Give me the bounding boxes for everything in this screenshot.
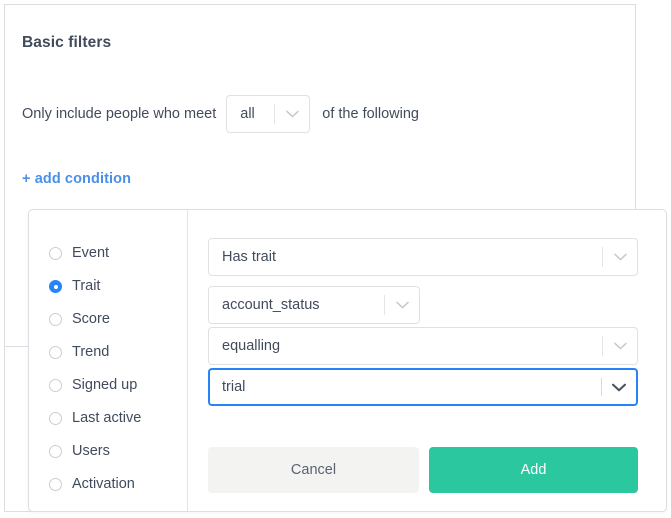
radio-icon xyxy=(49,247,62,260)
radio-option-label: Score xyxy=(72,311,110,328)
radio-icon xyxy=(49,313,62,326)
condition-type-radio-group: Event Trait Score Trend Signed up Last a… xyxy=(49,237,184,501)
radio-icon xyxy=(49,412,62,425)
operator-select[interactable]: equalling xyxy=(208,327,638,365)
predicate-select-value: Has trait xyxy=(222,249,276,265)
condition-actions: Cancel Add xyxy=(208,447,638,493)
radio-option-event[interactable]: Event xyxy=(49,237,184,270)
radio-option-score[interactable]: Score xyxy=(49,303,184,336)
predicate-select[interactable]: Has trait xyxy=(208,238,638,276)
chevron-down-icon xyxy=(603,342,637,350)
cancel-button[interactable]: Cancel xyxy=(208,447,419,493)
panel-divider xyxy=(187,210,188,511)
comparison-value-select[interactable]: trial xyxy=(208,368,638,406)
comparison-value-select-value: trial xyxy=(222,379,246,395)
radio-option-label: Trait xyxy=(72,278,101,295)
trait-name-select[interactable]: account_status xyxy=(208,286,420,324)
match-rule-sentence: Only include people who meet all of the … xyxy=(22,95,419,133)
radio-icon xyxy=(49,379,62,392)
radio-option-activation[interactable]: Activation xyxy=(49,468,184,501)
radio-option-trend[interactable]: Trend xyxy=(49,336,184,369)
radio-option-last-active[interactable]: Last active xyxy=(49,402,184,435)
radio-selected-icon xyxy=(49,280,62,293)
radio-icon xyxy=(49,346,62,359)
match-type-select-value: all xyxy=(240,106,255,122)
trait-name-select-value: account_status xyxy=(222,297,320,313)
add-button[interactable]: Add xyxy=(429,447,638,493)
radio-option-label: Users xyxy=(72,443,110,460)
match-type-select[interactable]: all xyxy=(226,95,311,133)
radio-icon xyxy=(49,478,62,491)
radio-option-signed-up[interactable]: Signed up xyxy=(49,369,184,402)
condition-form: Has trait account_status equalling trial xyxy=(208,210,666,511)
radio-option-label: Trend xyxy=(72,344,110,361)
chevron-down-icon xyxy=(602,383,636,392)
add-condition-link[interactable]: + add condition xyxy=(22,172,131,187)
radio-option-label: Last active xyxy=(72,410,142,427)
condition-editor-panel: Event Trait Score Trend Signed up Last a… xyxy=(28,209,667,512)
radio-icon xyxy=(49,445,62,458)
chevron-down-icon xyxy=(603,253,637,261)
radio-option-label: Activation xyxy=(72,476,135,493)
radio-option-label: Signed up xyxy=(72,377,138,394)
radio-option-users[interactable]: Users xyxy=(49,435,184,468)
chevron-down-icon xyxy=(275,110,309,118)
operator-select-value: equalling xyxy=(222,338,281,354)
match-rule-suffix-text: of the following xyxy=(322,105,419,122)
radio-option-label: Event xyxy=(72,245,110,262)
page-title: Basic filters xyxy=(22,34,112,51)
match-rule-prefix-text: Only include people who meet xyxy=(22,105,217,122)
chevron-down-icon xyxy=(385,301,419,309)
radio-option-trait[interactable]: Trait xyxy=(49,270,184,303)
